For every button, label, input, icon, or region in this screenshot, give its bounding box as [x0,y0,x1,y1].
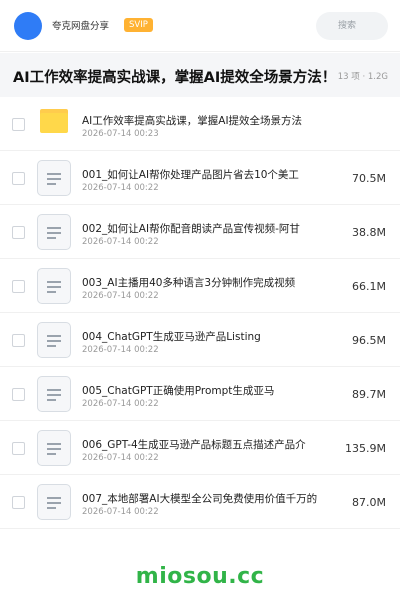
file-date: 2026-07-14 00:22 [82,237,159,247]
watermark: miosou.cc [135,564,265,589]
file-list: AI工作效率提高实战课，掌握AI提效全场景方法 2026-07-14 00:23 0… [0,97,400,529]
row-checkbox[interactable] [12,442,25,455]
file-name[interactable]: AI工作效率提高实战课，掌握AI提效全场景方法 [82,113,324,128]
row-checkbox[interactable] [12,118,25,131]
file-row[interactable]: 007_本地部署AI大模型全公司免费使用价值千万的 2026-07-14 00:2… [0,475,400,529]
document-icon [37,484,71,520]
folder-icon [40,109,68,133]
row-checkbox[interactable] [12,172,25,185]
file-row[interactable]: 002_如何让AI帮你配音朗读产品宣传视频-阿甘 2026-07-14 00:22… [0,205,400,259]
header-bar: 夸克网盘分享 SVIP 搜索 [0,0,400,52]
file-size: 135.9M [345,442,386,455]
file-size: 66.1M [352,280,386,293]
document-icon [37,160,71,196]
svip-badge: SVIP [124,18,153,32]
file-date: 2026-07-14 00:22 [82,291,159,301]
file-name[interactable]: 006_GPT-4生成亚马逊产品标题五点描述产品介 [82,437,324,452]
file-row[interactable]: 006_GPT-4生成亚马逊产品标题五点描述产品介 2026-07-14 00:2… [0,421,400,475]
row-checkbox[interactable] [12,388,25,401]
file-date: 2026-07-14 00:22 [82,399,159,409]
file-row[interactable]: 004_ChatGPT生成亚马逊产品Listing 2026-07-14 00:2… [0,313,400,367]
username: 夸克网盘分享 [52,21,110,32]
file-name[interactable]: 001_如何让AI帮你处理产品图片省去10个美工 [82,167,324,182]
document-icon [37,430,71,466]
file-row[interactable]: 005_ChatGPT正确使用Prompt生成亚马 2026-07-14 00:2… [0,367,400,421]
file-row[interactable]: 003_AI主播用40多种语言3分钟制作完成视频 2026-07-14 00:22… [0,259,400,313]
file-name[interactable]: 002_如何让AI帮你配音朗读产品宣传视频-阿甘 [82,221,324,236]
file-name[interactable]: 003_AI主播用40多种语言3分钟制作完成视频 [82,275,324,290]
document-icon [37,322,71,358]
document-icon [37,268,71,304]
document-icon [37,214,71,250]
row-checkbox[interactable] [12,496,25,509]
row-checkbox[interactable] [12,334,25,347]
file-size: 38.8M [352,226,386,239]
row-checkbox[interactable] [12,226,25,239]
folder-row[interactable]: AI工作效率提高实战课，掌握AI提效全场景方法 2026-07-14 00:23 [0,97,400,151]
file-size: 87.0M [352,496,386,509]
file-name[interactable]: 005_ChatGPT正确使用Prompt生成亚马 [82,383,324,398]
file-name[interactable]: 004_ChatGPT生成亚马逊产品Listing [82,329,324,344]
file-date: 2026-07-14 00:22 [82,183,159,193]
file-date: 2026-07-14 00:22 [82,507,159,517]
row-checkbox[interactable] [12,280,25,293]
file-size: 89.7M [352,388,386,401]
file-date: 2026-07-14 00:22 [82,345,159,355]
file-name[interactable]: 007_本地部署AI大模型全公司免费使用价值千万的 [82,491,324,506]
share-meta: 13 项 · 1.2G [335,70,388,82]
document-icon [37,376,71,412]
share-title: AI工作效率提高实战课，掌握AI提效全场景方法！ [13,70,337,86]
file-size: 70.5M [352,172,386,185]
avatar[interactable] [14,12,42,40]
file-date: 2026-07-14 00:23 [82,129,159,139]
file-size: 96.5M [352,334,386,347]
file-date: 2026-07-14 00:22 [82,453,159,463]
file-row[interactable]: 001_如何让AI帮你处理产品图片省去10个美工 2026-07-14 00:22… [0,151,400,205]
search-input[interactable]: 搜索 [316,12,388,40]
